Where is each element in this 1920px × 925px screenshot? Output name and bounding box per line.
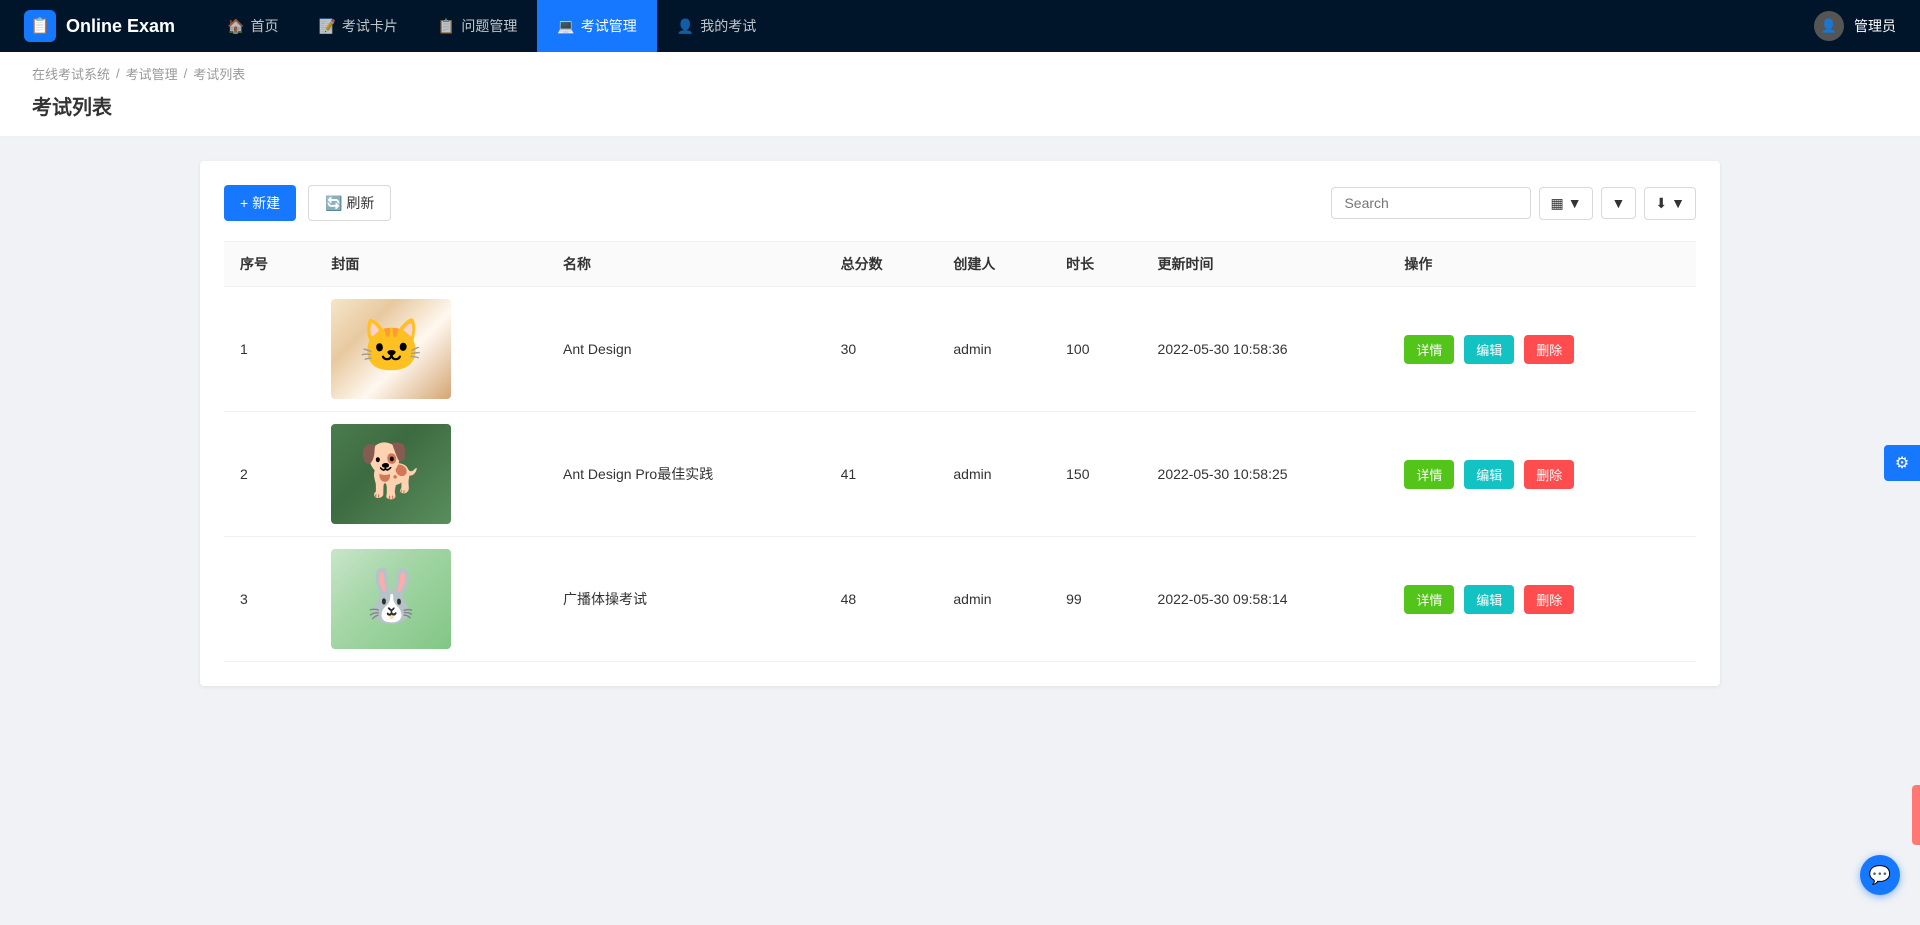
delete-button[interactable]: 删除 — [1524, 460, 1574, 489]
col-creator: 创建人 — [937, 242, 1050, 287]
main-content: + 新建 🔄 刷新 ▦ ▼ ▼ ⬇ ▼ — [0, 137, 1920, 710]
download-icon: ⬇ — [1655, 195, 1667, 212]
nav-item-flashcard[interactable]: 📝 考试卡片 — [298, 0, 417, 52]
col-index: 序号 — [224, 242, 315, 287]
nav-item-exam-mgmt[interactable]: 💻 考试管理 — [537, 0, 656, 52]
cell-actions: 详情 编辑 删除 — [1388, 412, 1696, 537]
table-row: 2 Ant Design Pro最佳实践 41 admin 150 2022-0… — [224, 412, 1696, 537]
exam-mgmt-icon: 💻 — [557, 18, 574, 35]
cell-updated: 2022-05-30 09:58:14 — [1142, 537, 1389, 662]
breadcrumb-exam-mgmt[interactable]: 考试管理 — [126, 64, 178, 83]
detail-button[interactable]: 详情 — [1404, 335, 1454, 364]
cell-cover — [315, 537, 547, 662]
toolbar-right: ▦ ▼ ▼ ⬇ ▼ — [1331, 187, 1696, 220]
cell-actions: 详情 编辑 删除 — [1388, 537, 1696, 662]
content-card: + 新建 🔄 刷新 ▦ ▼ ▼ ⬇ ▼ — [200, 161, 1720, 686]
avatar: 👤 — [1814, 11, 1844, 41]
sort-button[interactable]: ▼ — [1601, 187, 1637, 219]
chevron-down-icon2: ▼ — [1671, 195, 1685, 211]
exam-table: 序号 封面 名称 总分数 创建人 时长 更新时间 操作 1 Ant — [224, 241, 1696, 662]
search-input[interactable] — [1331, 187, 1531, 219]
breadcrumb: 在线考试系统 / 考试管理 / 考试列表 — [32, 64, 1888, 83]
cell-cover — [315, 287, 547, 412]
new-button[interactable]: + 新建 — [224, 185, 296, 221]
cell-duration: 150 — [1050, 412, 1141, 537]
col-cover: 封面 — [315, 242, 547, 287]
cell-name: Ant Design Pro最佳实践 — [547, 412, 825, 537]
cell-actions: 详情 编辑 删除 — [1388, 287, 1696, 412]
sort-icon: ▼ — [1612, 195, 1626, 211]
settings-button[interactable]: ⚙ — [1884, 445, 1920, 481]
col-updated: 更新时间 — [1142, 242, 1389, 287]
brand-icon: 📋 — [24, 10, 56, 42]
table-header-row: 序号 封面 名称 总分数 创建人 时长 更新时间 操作 — [224, 242, 1696, 287]
cell-name: Ant Design — [547, 287, 825, 412]
my-exams-icon: 👤 — [677, 18, 694, 35]
scroll-indicator — [1912, 785, 1920, 845]
view-toggle-button[interactable]: ▦ ▼ — [1539, 187, 1592, 220]
cell-updated: 2022-05-30 10:58:25 — [1142, 412, 1389, 537]
home-icon: 🏠 — [227, 18, 244, 35]
brand[interactable]: 📋 Online Exam — [24, 10, 175, 42]
flashcard-icon: 📝 — [318, 18, 335, 35]
breadcrumb-area: 在线考试系统 / 考试管理 / 考试列表 考试列表 — [0, 52, 1920, 137]
breadcrumb-current: 考试列表 — [193, 64, 245, 83]
cover-image-rabbit — [331, 549, 451, 649]
cover-image-dog — [331, 424, 451, 524]
cell-name: 广播体操考试 — [547, 537, 825, 662]
detail-button[interactable]: 详情 — [1404, 585, 1454, 614]
cell-cover — [315, 412, 547, 537]
page-title: 考试列表 — [32, 91, 1888, 120]
grid-icon: ▦ — [1550, 195, 1563, 212]
nav-item-my-exams[interactable]: 👤 我的考试 — [657, 0, 776, 52]
user-menu[interactable]: 👤 管理员 — [1814, 11, 1896, 41]
nav-item-home[interactable]: 🏠 首页 — [207, 0, 298, 52]
toolbar-left: + 新建 🔄 刷新 — [224, 185, 391, 221]
cell-duration: 99 — [1050, 537, 1141, 662]
breadcrumb-home[interactable]: 在线考试系统 — [32, 64, 110, 83]
edit-button[interactable]: 编辑 — [1464, 335, 1514, 364]
username-label: 管理员 — [1854, 16, 1896, 36]
cell-score: 41 — [825, 412, 938, 537]
nav-item-questions[interactable]: 📋 问题管理 — [418, 0, 537, 52]
brand-name: Online Exam — [66, 16, 175, 37]
delete-button[interactable]: 删除 — [1524, 335, 1574, 364]
download-button[interactable]: ⬇ ▼ — [1644, 187, 1696, 220]
col-name: 名称 — [547, 242, 825, 287]
cell-index: 1 — [224, 287, 315, 412]
edit-button[interactable]: 编辑 — [1464, 585, 1514, 614]
chat-button[interactable]: 💬 — [1860, 855, 1900, 895]
cell-creator: admin — [937, 537, 1050, 662]
col-action: 操作 — [1388, 242, 1696, 287]
col-duration: 时长 — [1050, 242, 1141, 287]
nav-items: 🏠 首页 📝 考试卡片 📋 问题管理 💻 考试管理 👤 我的考试 — [207, 0, 1814, 52]
navbar: 📋 Online Exam 🏠 首页 📝 考试卡片 📋 问题管理 💻 考试管理 … — [0, 0, 1920, 52]
cell-index: 2 — [224, 412, 315, 537]
table-row: 3 广播体操考试 48 admin 99 2022-05-30 09:58:14… — [224, 537, 1696, 662]
detail-button[interactable]: 详情 — [1404, 460, 1454, 489]
cell-creator: admin — [937, 412, 1050, 537]
cell-index: 3 — [224, 537, 315, 662]
toolbar: + 新建 🔄 刷新 ▦ ▼ ▼ ⬇ ▼ — [224, 185, 1696, 221]
cover-image-cat — [331, 299, 451, 399]
edit-button[interactable]: 编辑 — [1464, 460, 1514, 489]
questions-icon: 📋 — [438, 18, 455, 35]
cell-updated: 2022-05-30 10:58:36 — [1142, 287, 1389, 412]
cell-duration: 100 — [1050, 287, 1141, 412]
refresh-button[interactable]: 🔄 刷新 — [308, 185, 391, 221]
cell-score: 48 — [825, 537, 938, 662]
chevron-down-icon: ▼ — [1568, 195, 1582, 211]
col-score: 总分数 — [825, 242, 938, 287]
cell-creator: admin — [937, 287, 1050, 412]
table-row: 1 Ant Design 30 admin 100 2022-05-30 10:… — [224, 287, 1696, 412]
cell-score: 30 — [825, 287, 938, 412]
delete-button[interactable]: 删除 — [1524, 585, 1574, 614]
